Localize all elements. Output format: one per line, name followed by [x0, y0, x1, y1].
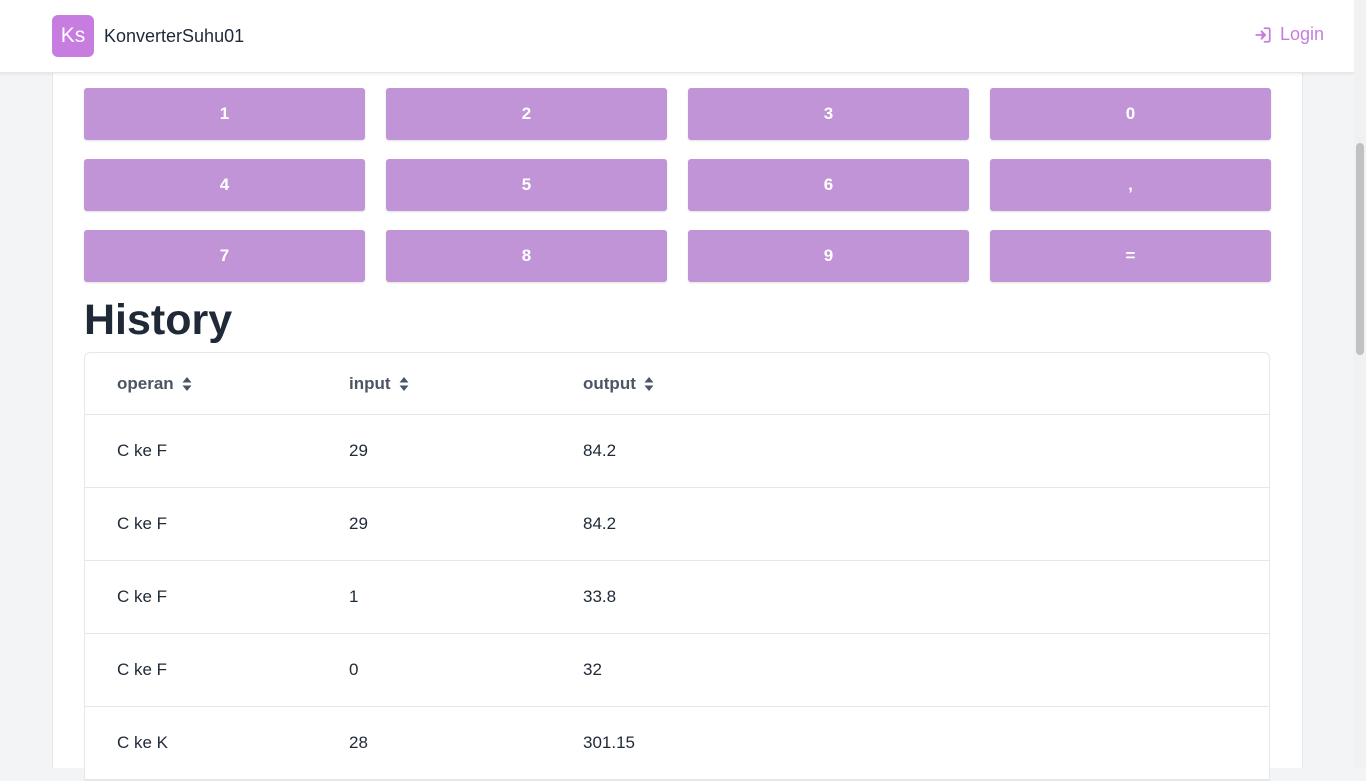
cell-input: 1 — [349, 560, 583, 634]
brand-logo: Ks — [52, 15, 94, 57]
table-row: C ke K 28 301.15 — [85, 706, 1269, 780]
history-table: operan input output C ke F 29 84.2 C ke … — [84, 352, 1270, 781]
cell-operan: C ke F — [85, 560, 349, 634]
cell-operan: C ke F — [85, 487, 349, 561]
login-label: Login — [1279, 24, 1324, 44]
cell-input: 0 — [349, 633, 583, 707]
login-link[interactable]: Login — [1254, 24, 1324, 45]
cell-operan: C ke F — [85, 633, 349, 707]
brand[interactable]: Ks KonverterSuhu01 — [52, 15, 244, 57]
keypad: 1 2 3 0 4 5 6 , 7 8 9 = — [84, 88, 1271, 282]
key-6[interactable]: 6 — [688, 159, 969, 211]
key-8[interactable]: 8 — [386, 230, 667, 282]
table-row: C ke F 0 32 — [85, 633, 1269, 707]
cell-output: 32 — [583, 633, 1269, 707]
sort-icon — [399, 376, 409, 391]
key-5[interactable]: 5 — [386, 159, 667, 211]
key-7[interactable]: 7 — [84, 230, 365, 282]
page-scrollbar[interactable] — [1354, 0, 1366, 768]
cell-output: 301.15 — [583, 706, 1269, 780]
table-row: C ke F 1 33.8 — [85, 560, 1269, 634]
key-equals[interactable]: = — [990, 230, 1271, 282]
key-2[interactable]: 2 — [386, 88, 667, 140]
cell-input: 28 — [349, 706, 583, 780]
cell-operan: C ke F — [85, 414, 349, 488]
column-header-input[interactable]: input — [349, 353, 583, 415]
sign-in-icon — [1255, 26, 1271, 43]
cell-output: 33.8 — [583, 560, 1269, 634]
column-label-input: input — [349, 373, 391, 393]
table-row: C ke F 29 84.2 — [85, 487, 1269, 561]
key-9[interactable]: 9 — [688, 230, 969, 282]
key-3[interactable]: 3 — [688, 88, 969, 140]
table-header-row: operan input output — [85, 353, 1269, 415]
column-label-operan: operan — [117, 373, 174, 393]
sort-icon — [182, 376, 192, 391]
key-4[interactable]: 4 — [84, 159, 365, 211]
navbar: Ks KonverterSuhu01 Login — [0, 0, 1354, 73]
key-comma[interactable]: , — [990, 159, 1271, 211]
key-0[interactable]: 0 — [990, 88, 1271, 140]
cell-output: 84.2 — [583, 487, 1269, 561]
column-label-output: output — [583, 373, 636, 393]
cell-input: 29 — [349, 414, 583, 488]
column-header-output[interactable]: output — [583, 353, 1269, 415]
table-row: C ke F 29 84.2 — [85, 414, 1269, 488]
cell-output: 84.2 — [583, 414, 1269, 488]
scrollbar-thumb[interactable] — [1356, 143, 1364, 355]
cell-operan: C ke K — [85, 706, 349, 780]
history-title: History — [84, 296, 233, 344]
sort-icon — [644, 376, 654, 391]
key-1[interactable]: 1 — [84, 88, 365, 140]
cell-input: 29 — [349, 487, 583, 561]
column-header-operan[interactable]: operan — [85, 353, 349, 415]
brand-name: KonverterSuhu01 — [104, 25, 245, 46]
